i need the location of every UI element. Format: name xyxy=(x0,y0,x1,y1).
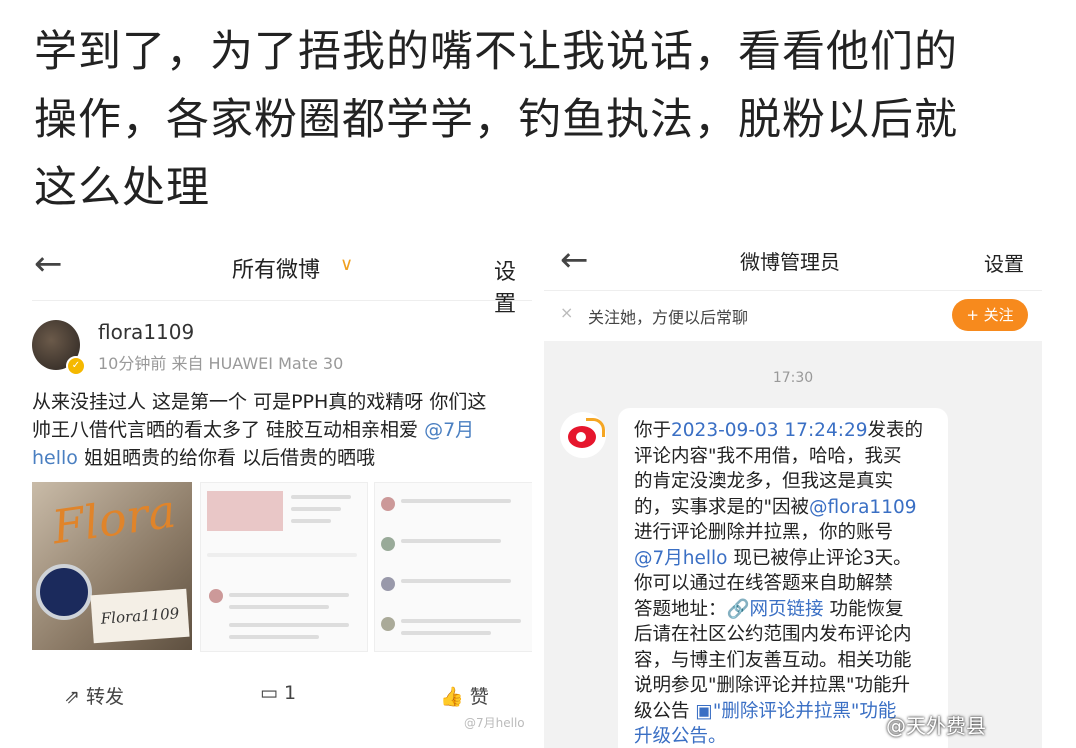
timestamp-link[interactable]: 2023-09-03 17:24:29 xyxy=(671,420,867,441)
msg-text: 功能恢复 xyxy=(823,598,904,620)
message-bubble: 你于2023-09-03 17:24:29发表的 评论内容"我不用借，哈哈，我买… xyxy=(618,408,948,748)
msg-line: 进行评论删除并拉黑，你的账号 xyxy=(634,522,894,543)
msg-line: 的，实事求是的"因被@flora1109 xyxy=(634,495,940,521)
msg-text: 答题地址： xyxy=(634,598,727,620)
right-screenshot-panel: ← 微博管理员 设置 × 关注她，方便以后常聊 + 关注 17:30 你于202… xyxy=(544,232,1042,748)
msg-line: 你可以通过在线答题来自助解禁 xyxy=(634,573,894,594)
comment-count: 1 xyxy=(284,682,297,704)
follow-bar: × 关注她，方便以后常聊 + 关注 xyxy=(544,290,1042,341)
repost-label: 转发 xyxy=(85,686,124,708)
left-screenshot-panel: ← 所有微博 ∨ 设置 ✓ flora1109 10分钟前 来自 HUAWEI … xyxy=(32,232,532,732)
msg-text: 发表的 xyxy=(867,420,924,441)
logo-shape xyxy=(576,432,586,442)
msg-line: 评论内容"我不用借，哈哈，我买 xyxy=(634,445,902,467)
post-body: 从来没挂过人 这是第一个 可是PPH真的戏精呀 你们这 帅王八借代言晒的看太多了… xyxy=(32,388,532,472)
verified-badge-icon: ✓ xyxy=(66,356,86,376)
mention-link[interactable]: @flora1109 xyxy=(809,497,917,518)
repost-icon: ⇗ xyxy=(64,686,86,708)
left-header: ← 所有微博 ∨ 设置 xyxy=(32,232,532,317)
msg-text: 你于 xyxy=(634,420,672,441)
settings-button[interactable]: 设置 xyxy=(984,248,1024,277)
caption-line-1: 学到了，为了捂我的嘴不让我说话，看看他们的 xyxy=(34,27,958,77)
web-link[interactable]: 🔗网页链接 xyxy=(727,599,824,620)
msg-text: 级公告 xyxy=(634,700,696,722)
post-meta: 10分钟前 来自 HUAWEI Mate 30 xyxy=(98,354,344,373)
settings-button[interactable]: 设置 xyxy=(494,254,532,318)
post-text: 帅王八借代言晒的看太多了 硅胶互动相亲相爱 xyxy=(32,419,425,441)
comment-icon: ▭ xyxy=(260,682,284,704)
msg-text: 的，实事求是的"因被 xyxy=(634,496,810,518)
msg-line: @7月hello 现已被停止评论3天。 xyxy=(634,546,940,572)
footer-watermark: @天外费县 xyxy=(886,714,986,738)
mention-link[interactable]: @7月 xyxy=(424,419,474,441)
mention-link[interactable]: hello xyxy=(32,447,78,469)
post-line-2: 帅王八借代言晒的看太多了 硅胶互动相亲相爱 @7月 xyxy=(32,416,532,444)
msg-line: 答题地址：🔗网页链接 功能恢复 xyxy=(634,597,940,623)
like-label: 赞 xyxy=(469,686,489,708)
close-icon[interactable]: × xyxy=(560,303,573,322)
post-image-photo[interactable]: Flora Flora1109 xyxy=(32,482,192,650)
post-image-screenshot-1[interactable] xyxy=(200,482,368,652)
like-button[interactable]: 👍 赞 xyxy=(440,682,489,709)
caption-line-3: 这么处理 xyxy=(34,163,210,213)
post-text: 姐姐晒贵的给你看 以后借贵的晒哦 xyxy=(77,447,376,469)
logo-shape xyxy=(586,418,605,437)
follow-button[interactable]: + 关注 xyxy=(952,299,1028,331)
msg-line: 说明参见"删除评论并拉黑"功能升 xyxy=(634,675,911,696)
handwritten-text: Flora xyxy=(48,483,179,555)
message-timestamp: 17:30 xyxy=(772,370,814,386)
follow-tip: 关注她，方便以后常聊 xyxy=(588,308,749,327)
msg-line: 的肯定没澳龙多，但我这是真实 xyxy=(634,471,894,492)
msg-line: 后请在社区公约范围内发布评论内 xyxy=(634,624,912,645)
chat-header: ← 微博管理员 设置 xyxy=(544,232,1042,290)
caption-line-2: 操作，各家粉圈都学学，钓鱼执法，脱粉以后就 xyxy=(34,95,958,145)
post-line-3: hello 姐姐晒贵的给你看 以后借贵的晒哦 xyxy=(32,444,532,472)
image-watermark: @7月hello xyxy=(464,716,525,730)
post-image-screenshot-2[interactable] xyxy=(374,482,532,652)
post-line-1: 从来没挂过人 这是第一个 可是PPH真的戏精呀 你们这 xyxy=(32,391,487,413)
back-arrow-icon[interactable]: ← xyxy=(34,244,63,284)
watch-image xyxy=(36,564,92,620)
post-images: Flora Flora1109 xyxy=(32,482,532,658)
msg-line: 你于2023-09-03 17:24:29发表的 xyxy=(634,418,940,444)
back-arrow-icon[interactable]: ← xyxy=(560,240,589,280)
thumbs-up-icon: 👍 xyxy=(440,686,470,708)
post-actions: ⇗ 转发 ▭ 1 👍 赞 xyxy=(32,678,532,718)
msg-text: 现已被停止评论3天。 xyxy=(727,547,912,569)
announcement-link[interactable]: ▣"删除评论并拉黑"功能 xyxy=(695,701,896,722)
weibo-logo-icon xyxy=(560,412,606,458)
message-text: 你于2023-09-03 17:24:29发表的 评论内容"我不用借，哈哈，我买… xyxy=(634,418,940,748)
comment-button[interactable]: ▭ 1 xyxy=(260,682,296,704)
feed-filter-title[interactable]: 所有微博 xyxy=(232,252,320,284)
note-card: Flora1109 xyxy=(90,588,190,644)
mention-link[interactable]: @7月hello xyxy=(634,548,727,569)
caption-text: 学到了，为了捂我的嘴不让我说话，看看他们的 操作，各家粉圈都学学，钓鱼执法，脱粉… xyxy=(34,18,1044,222)
chevron-down-icon[interactable]: ∨ xyxy=(340,254,353,275)
username[interactable]: flora1109 xyxy=(98,320,194,344)
msg-line: 容，与博主们友善互动。相关功能 xyxy=(634,649,912,671)
repost-button[interactable]: ⇗ 转发 xyxy=(64,682,124,709)
chat-title: 微博管理员 xyxy=(740,250,840,274)
